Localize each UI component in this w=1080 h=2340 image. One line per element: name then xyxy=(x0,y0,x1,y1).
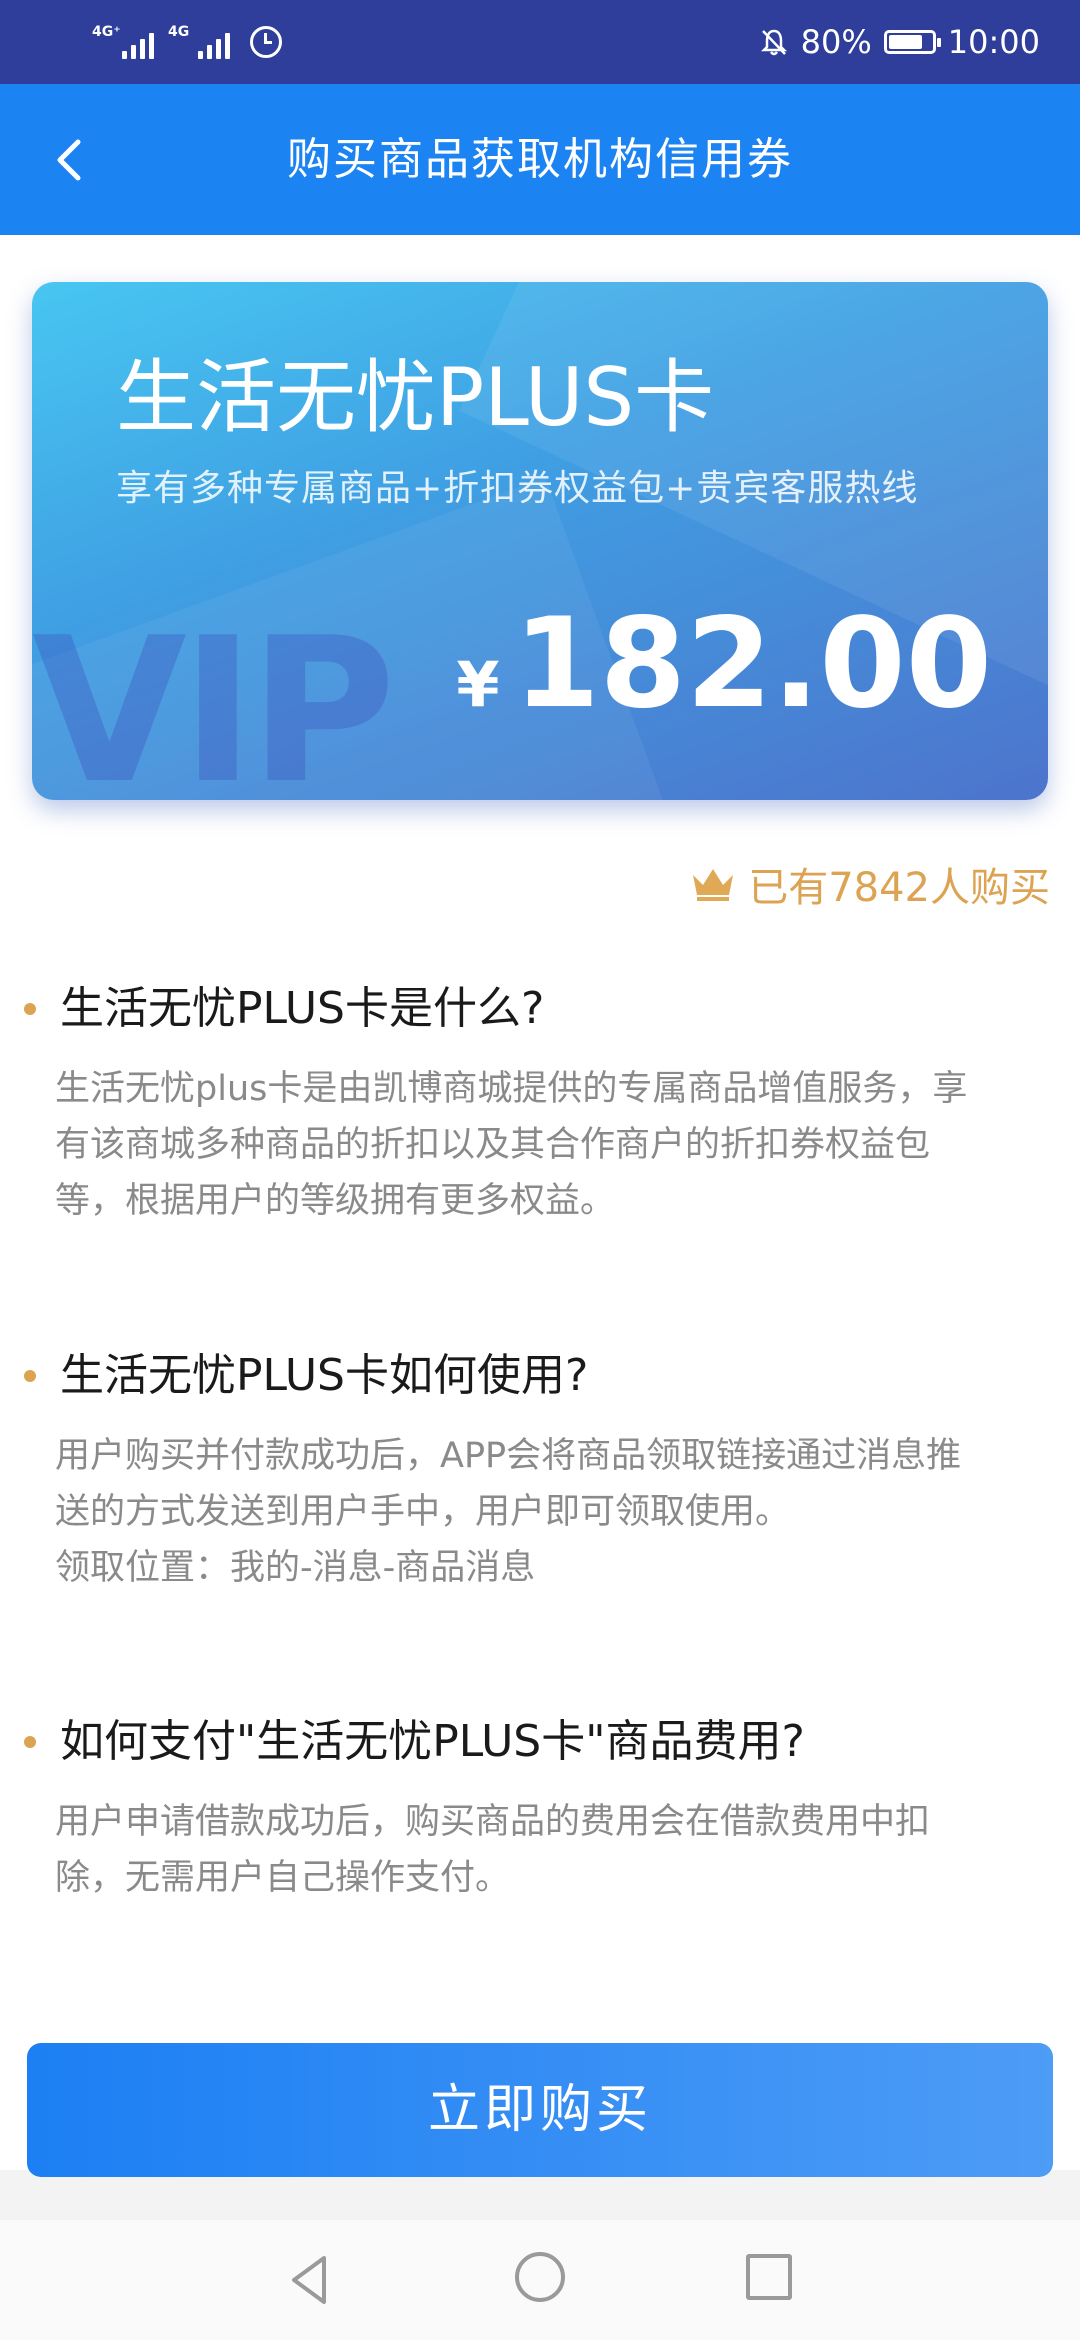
status-bar: 4G⁺ 4G 80% 10:00 xyxy=(0,0,1080,84)
bottom-strip xyxy=(0,2170,1080,2220)
faq-answer-line: 有该商城多种商品的折扣以及其合作商户的折扣券权益包 xyxy=(55,1125,931,1165)
card-subtitle: 享有多种专属商品+折扣券权益包+贵宾客服热线 xyxy=(116,468,919,509)
clock-time: 10:00 xyxy=(947,23,1040,61)
faq-answer-line: 送的方式发送到用户手中，用户即可领取使用。 xyxy=(55,1492,791,1532)
faq-question-text: 生活无忧PLUS卡如何使用? xyxy=(60,1350,589,1401)
back-arrow-icon xyxy=(57,139,81,181)
faq-question-text: 生活无忧PLUS卡是什么? xyxy=(60,983,545,1034)
faq-answer-line: 等，根据用户的等级拥有更多权益。 xyxy=(55,1181,616,1221)
faq-question: 如何支付"生活无忧PLUS卡"商品费用? xyxy=(24,1712,805,1772)
bell-off-icon xyxy=(759,27,789,57)
plus-card: VIP 生活无忧PLUS卡 享有多种专属商品+折扣券权益包+贵宾客服热线 ¥ 1… xyxy=(32,282,1048,800)
faq-bullet xyxy=(24,1736,36,1748)
signal-icon-1: 4G⁺ xyxy=(92,25,154,59)
faq-answer: 用户申请借款成功后，购买商品的费用会在借款费用中扣 除，无需用户自己操作支付。 xyxy=(55,1794,1045,1906)
faq-answer: 用户购买并付款成功后，APP会将商品领取链接通过消息推 送的方式发送到用户手中，… xyxy=(55,1428,1045,1596)
network-type-2: 4G xyxy=(168,24,190,40)
battery-icon xyxy=(883,30,941,54)
vip-watermark: VIP xyxy=(32,595,396,801)
faq-answer-line: 领取位置：我的-消息-商品消息 xyxy=(55,1548,536,1588)
faq-question-text: 如何支付"生活无忧PLUS卡"商品费用? xyxy=(60,1716,805,1767)
sold-count: 已有7842人购买 xyxy=(690,856,1050,912)
faq-answer-line: 用户申请借款成功后，购买商品的费用会在借款费用中扣 xyxy=(55,1802,931,1842)
faq-bullet xyxy=(24,1370,36,1382)
faq-question: 生活无忧PLUS卡是什么? xyxy=(24,979,544,1039)
status-right: 80% 10:00 xyxy=(759,20,1040,64)
signal-icon-2: 4G xyxy=(168,25,230,59)
system-nav-bar xyxy=(0,2220,1080,2340)
faq-answer-line: 生活无忧plus卡是由凯博商城提供的专属商品增值服务，享 xyxy=(55,1069,968,1109)
page-title: 购买商品获取机构信用券 xyxy=(287,134,793,185)
app-header: 购买商品获取机构信用券 xyxy=(0,84,1080,235)
price-currency: ¥ xyxy=(456,648,500,721)
back-button[interactable] xyxy=(36,124,108,196)
crown-icon xyxy=(690,865,736,903)
nav-back-icon[interactable] xyxy=(280,2250,340,2310)
card-price: ¥ 182.00 xyxy=(456,602,992,726)
price-value: 182.00 xyxy=(513,592,992,736)
battery-percent: 80% xyxy=(800,23,872,61)
faq-bullet xyxy=(24,1003,36,1015)
sold-count-text: 已有7842人购买 xyxy=(748,865,1050,911)
alarm-icon xyxy=(250,26,282,58)
faq-answer-line: 用户购买并付款成功后，APP会将商品领取链接通过消息推 xyxy=(55,1436,962,1476)
faq-question: 生活无忧PLUS卡如何使用? xyxy=(24,1346,588,1406)
faq-answer: 生活无忧plus卡是由凯博商城提供的专属商品增值服务，享 有该商城多种商品的折扣… xyxy=(55,1061,1045,1229)
buy-now-button[interactable]: 立即购买 xyxy=(27,2043,1053,2177)
faq-answer-line: 除，无需用户自己操作支付。 xyxy=(55,1858,511,1898)
nav-recent-icon[interactable] xyxy=(746,2254,792,2300)
nav-home-icon[interactable] xyxy=(515,2252,565,2302)
network-type-1: 4G⁺ xyxy=(92,24,121,40)
card-title: 生活无忧PLUS卡 xyxy=(116,351,715,444)
status-left: 4G⁺ 4G xyxy=(92,20,282,64)
